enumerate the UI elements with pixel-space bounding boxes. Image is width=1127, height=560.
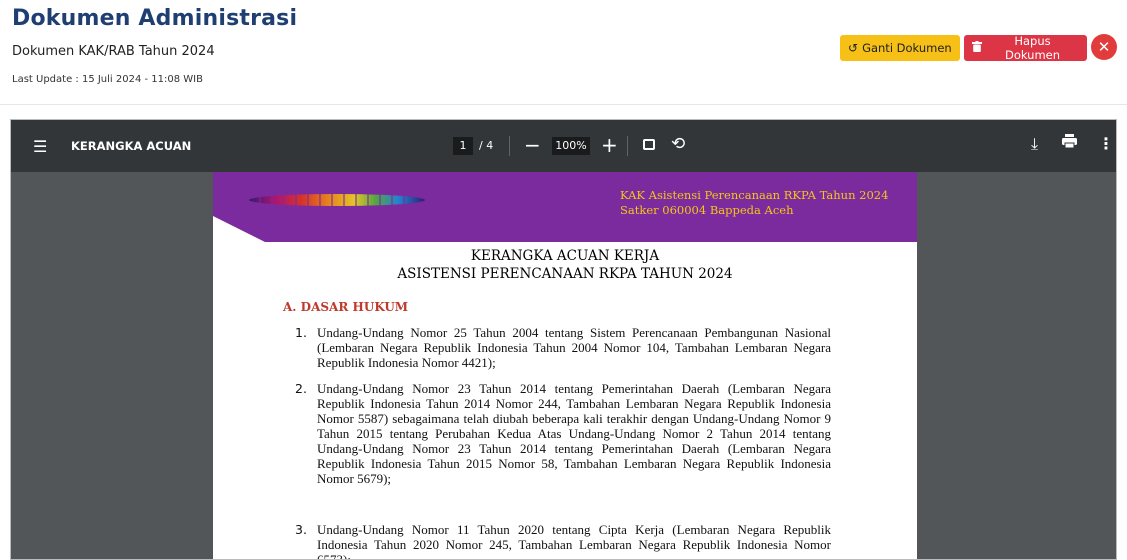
pdf-toolbar: ☰ KERANGKA ACUAN 1 / 4 − 100% + ⟲ ⤓ ⋮ (11, 120, 1116, 172)
download-icon[interactable]: ⤓ (1031, 134, 1038, 154)
close-icon[interactable]: ✕ (1091, 34, 1117, 60)
rotate-icon[interactable]: ⟲ (671, 134, 685, 154)
print-icon[interactable] (1062, 134, 1077, 152)
banner-text: KAK Asistensi Perencanaan RKPA Tahun 202… (620, 188, 888, 218)
trash-icon (972, 41, 982, 55)
more-icon[interactable]: ⋮ (1098, 134, 1114, 153)
pdf-page: KAK Asistensi Perencanaan RKPA Tahun 202… (213, 172, 917, 560)
pdf-document-title: KERANGKA ACUAN (71, 139, 192, 153)
list-item-number: 2. (295, 381, 307, 396)
page-number-input[interactable]: 1 (453, 137, 473, 155)
minus-icon[interactable]: − (524, 133, 541, 157)
list-item-text: Undang-Undang Nomor 25 Tahun 2004 tentan… (317, 325, 831, 370)
ganti-dokumen-button[interactable]: ↺ Ganti Dokumen (840, 35, 960, 61)
hapus-dokumen-label: Hapus Dokumen (1004, 34, 1061, 62)
toolbar-divider (627, 136, 628, 156)
header-divider (0, 104, 1127, 105)
ganti-dokumen-label: Ganti Dokumen (862, 41, 952, 55)
banner-line-1: KAK Asistensi Perencanaan RKPA Tahun 202… (620, 188, 889, 202)
document-heading-2: ASISTENSI PERENCANAAN RKPA TAHUN 2024 (397, 266, 733, 282)
section-heading: A. DASAR HUKUM (283, 300, 409, 314)
last-update-text: Last Update : 15 Juli 2024 - 11:08 WIB (12, 74, 203, 85)
logo-strip-image (249, 192, 425, 208)
list-item-number: 3. (295, 522, 307, 537)
list-item-text: Undang-Undang Nomor 23 Tahun 2014 tentan… (317, 381, 831, 486)
menu-icon[interactable]: ☰ (33, 137, 47, 156)
zoom-level-input[interactable]: 100% (552, 137, 590, 155)
page-header: Dokumen Administrasi Dokumen KAK/RAB Tah… (0, 0, 1127, 104)
page-total: / 4 (479, 139, 494, 152)
pdf-viewer[interactable]: ☰ KERANGKA ACUAN 1 / 4 − 100% + ⟲ ⤓ ⋮ KA… (10, 119, 1117, 560)
list-item: 2. Undang-Undang Nomor 23 Tahun 2014 ten… (295, 381, 831, 486)
list-item-number: 1. (295, 325, 307, 340)
undo-icon: ↺ (848, 41, 859, 55)
toolbar-divider (509, 136, 510, 156)
page-subtitle: Dokumen KAK/RAB Tahun 2024 (12, 44, 215, 59)
fit-page-icon[interactable] (643, 139, 655, 150)
banner-decoration (213, 216, 265, 242)
list-item: 1. Undang-Undang Nomor 25 Tahun 2004 ten… (295, 325, 831, 370)
hapus-dokumen-button[interactable]: Hapus Dokumen (964, 34, 1087, 62)
plus-icon[interactable]: + (601, 133, 618, 157)
list-item-text: Undang-Undang Nomor 11 Tahun 2020 tentan… (317, 522, 831, 560)
banner-line-2: Satker 060004 Bappeda Aceh (620, 203, 794, 217)
page-title: Dokumen Administrasi (12, 6, 298, 31)
list-item: 3. Undang-Undang Nomor 11 Tahun 2020 ten… (295, 522, 831, 560)
document-heading-1: KERANGKA ACUAN KERJA (470, 248, 660, 264)
